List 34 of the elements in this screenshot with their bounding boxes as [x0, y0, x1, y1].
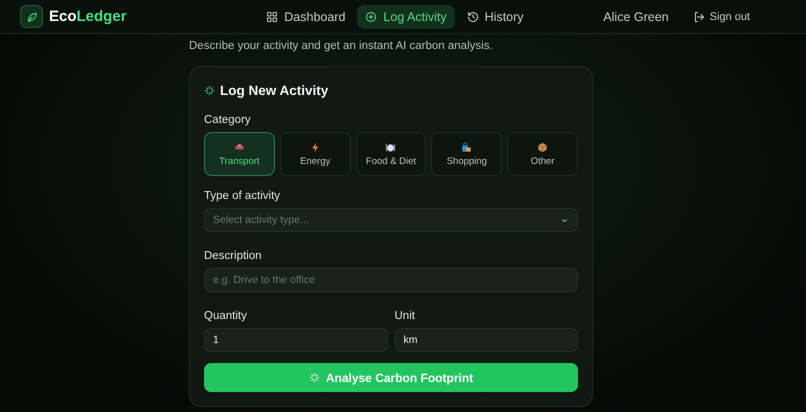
- leaf-logo-icon: [20, 5, 43, 28]
- shopping-bag-icon: [461, 142, 472, 152]
- package-icon: [537, 142, 548, 152]
- description-input[interactable]: e.g. Drive to the office: [204, 268, 578, 292]
- lightning-icon: [310, 142, 321, 152]
- activity-type-select[interactable]: Select activity type...: [204, 208, 578, 232]
- quantity-input[interactable]: 1: [204, 328, 388, 352]
- field-label: Type of activity: [204, 190, 282, 202]
- category-option[interactable]: Energy: [280, 132, 351, 176]
- field-label: Unit: [394, 310, 416, 322]
- unit-input[interactable]: km: [394, 328, 578, 352]
- page-description: Describe your activity and get an instant AI carbon analysis.: [189, 40, 494, 52]
- sparkle-icon: [204, 85, 215, 96]
- category-option[interactable]: Shopping: [431, 132, 502, 176]
- nav-tab[interactable]: Log Activity: [357, 4, 455, 28]
- form-title: Log New Activity: [220, 83, 328, 98]
- field-label: Description: [204, 250, 263, 262]
- plate-icon: [385, 142, 396, 152]
- nav-tab[interactable]: History: [458, 4, 532, 28]
- car-icon: [234, 142, 245, 152]
- grid-icon: [266, 10, 278, 22]
- field-label: Quantity: [204, 310, 248, 322]
- category-option[interactable]: Other: [507, 132, 578, 176]
- sign-out-icon: [692, 10, 705, 22]
- field-label: Category: [204, 114, 252, 126]
- history-icon: [466, 10, 479, 22]
- sparkle-icon: [308, 372, 320, 383]
- brand-name: EcoLedger: [49, 8, 127, 25]
- sign-out-button[interactable]: Sign out: [686, 10, 756, 24]
- category-option[interactable]: Food & Diet: [356, 132, 426, 176]
- user-name: Alice Green: [603, 10, 669, 24]
- nav-tab[interactable]: Dashboard: [258, 4, 354, 28]
- category-option[interactable]: Transport: [204, 132, 275, 176]
- plus-circle-icon: [365, 10, 378, 22]
